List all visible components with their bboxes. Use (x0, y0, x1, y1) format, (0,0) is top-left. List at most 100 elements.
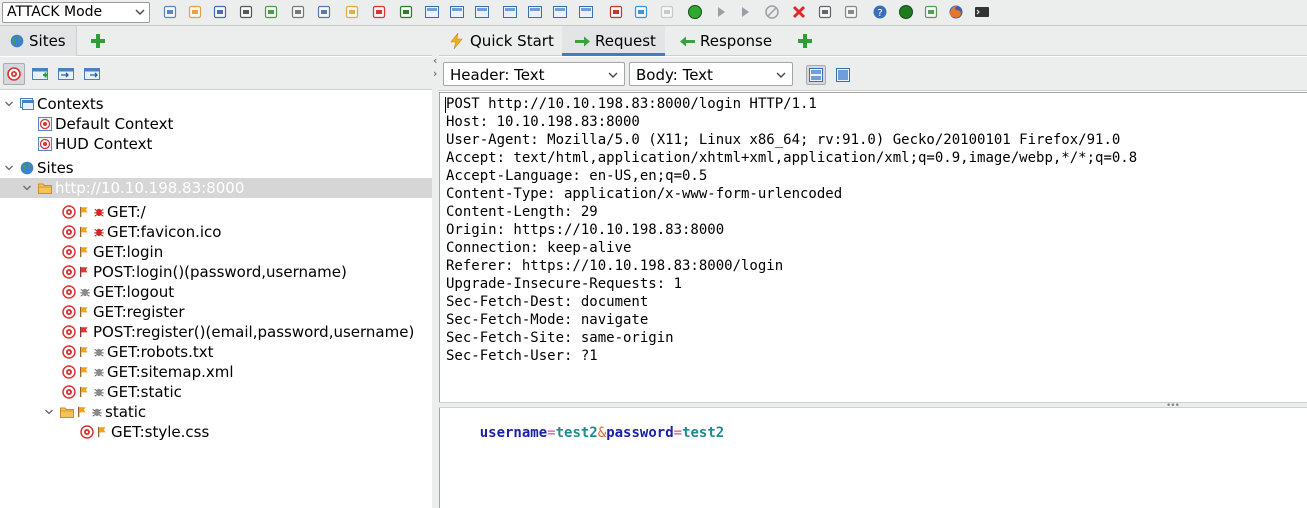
scope-toggle-button[interactable] (3, 63, 25, 85)
delete-icon[interactable] (371, 4, 387, 20)
flag-orange-icon (80, 366, 88, 378)
split-horizontal-button[interactable] (833, 65, 853, 85)
svg-text:?: ? (877, 8, 882, 19)
tab-sites-label: Sites (29, 32, 66, 50)
online-icon[interactable] (898, 4, 914, 20)
tree-node-label: GET:logout (93, 283, 175, 301)
tree-node[interactable]: HUD Context (0, 134, 432, 154)
mode-select[interactable]: ATTACK Mode (2, 2, 150, 23)
tree-node[interactable]: Default Context (0, 114, 432, 134)
continue-icon[interactable] (737, 4, 753, 20)
hud-icon[interactable] (398, 4, 414, 20)
tree-node[interactable]: POST:login()(password,username) (0, 262, 432, 282)
firefox-icon[interactable] (948, 4, 964, 20)
tab-quick-start[interactable]: Quick Start (439, 26, 562, 56)
snapshot-icon[interactable] (238, 4, 254, 20)
drop-icon[interactable] (791, 4, 807, 20)
import-context-icon[interactable] (58, 67, 75, 81)
layout-wide-icon[interactable] (527, 4, 543, 20)
tab-response[interactable]: Response (665, 26, 777, 56)
add-note-icon[interactable] (344, 4, 360, 20)
collapse-left-icon[interactable]: ‹ › (433, 54, 437, 80)
target-icon (62, 245, 76, 259)
step-icon[interactable] (713, 4, 729, 20)
bug-grey-icon (94, 388, 104, 397)
tree-node[interactable]: GET:static (0, 382, 432, 402)
tab-request[interactable]: Request (562, 26, 665, 56)
target-icon (62, 325, 76, 339)
tree-node[interactable]: POST:register()(email,password,username) (0, 322, 432, 342)
add-tab-icon[interactable] (91, 34, 105, 48)
chevron-down-icon[interactable] (22, 183, 32, 193)
tree-node[interactable]: GET:register (0, 302, 432, 322)
flag-orange-icon (80, 386, 88, 398)
options-icon[interactable] (290, 4, 306, 20)
callbacks-icon[interactable] (843, 4, 859, 20)
request-header-line: Content-Type: application/x-www-form-url… (446, 186, 843, 202)
main-toolbar: ATTACK Mode ? (0, 0, 1307, 26)
body-view-select[interactable]: Body: Text (629, 62, 793, 86)
chevron-down-icon[interactable] (4, 163, 14, 173)
notes-icon[interactable] (923, 4, 939, 20)
tree-node[interactable]: GET:style.css (0, 422, 432, 442)
tree-node[interactable]: GET:robots.txt (0, 342, 432, 362)
layout-top-icon[interactable] (474, 4, 490, 20)
add-tab-icon[interactable] (798, 34, 812, 48)
request-body-text-area[interactable]: username=test2&password=test2 (439, 408, 1307, 508)
target-icon (62, 265, 76, 279)
request-header-line: User-Agent: Mozilla/5.0 (X11; Linux x86_… (446, 132, 1121, 148)
layout-side-icon[interactable] (578, 4, 594, 20)
chevron-down-icon[interactable] (4, 99, 14, 109)
tree-node[interactable]: http://10.10.198.83:8000 (0, 178, 432, 198)
fuzzer-icon[interactable] (817, 4, 833, 20)
stop-icon[interactable] (764, 4, 780, 20)
tab-sites[interactable]: Sites (0, 26, 77, 56)
new-context-icon[interactable] (32, 67, 49, 81)
request-header-line: Sec-Fetch-Dest: document (446, 294, 649, 310)
chevron-down-icon[interactable] (44, 407, 54, 417)
tree-node[interactable]: GET:logout (0, 282, 432, 302)
terminal-icon[interactable] (974, 4, 990, 20)
context-target-icon (38, 137, 52, 151)
tree-node-label: Sites (37, 159, 74, 177)
scripts-icon[interactable] (633, 4, 649, 20)
panel-splitter[interactable]: ‹ › (432, 26, 439, 508)
tree-node-label: POST:login()(password,username) (93, 263, 347, 281)
target-icon (62, 285, 76, 299)
layout-tabs-icon[interactable] (502, 4, 518, 20)
export-context-icon[interactable] (84, 67, 101, 81)
layout-left-icon[interactable] (449, 4, 465, 20)
tree-node-label: GET:login (93, 243, 164, 261)
proxy-on-icon[interactable] (687, 4, 703, 20)
export-icon[interactable] (316, 4, 332, 20)
tree-node[interactable]: static (0, 402, 432, 422)
help-icon[interactable]: ? (872, 4, 888, 20)
bug-grey-icon (94, 348, 104, 357)
layout-full-icon[interactable] (424, 4, 440, 20)
tree-node-label: static (105, 403, 147, 421)
layout-expand-icon[interactable] (552, 4, 568, 20)
param-value: test2 (682, 425, 725, 441)
request-header-line: Sec-Fetch-User: ?1 (446, 348, 598, 364)
open-session-icon[interactable] (187, 4, 203, 20)
flag-orange-icon (80, 206, 88, 218)
lightning-icon (450, 33, 463, 49)
tree-node[interactable]: GET:sitemap.xml (0, 362, 432, 382)
request-header-text-area[interactable]: POST http://10.10.198.83:8000/login HTTP… (439, 92, 1307, 402)
tree-node[interactable]: Contexts (0, 94, 432, 114)
folder-icon (38, 183, 52, 194)
request-header-line: Sec-Fetch-Mode: navigate (446, 312, 649, 328)
param-equals: = (673, 425, 683, 441)
tree-node[interactable]: GET:favicon.ico (0, 222, 432, 242)
addons-icon[interactable] (608, 4, 624, 20)
tips-icon[interactable] (659, 4, 675, 20)
split-vertical-button[interactable] (806, 65, 826, 85)
save-session-icon[interactable] (212, 4, 228, 20)
tree-node[interactable]: GET:/ (0, 202, 432, 222)
tree-node[interactable]: Sites (0, 158, 432, 178)
header-view-select[interactable]: Header: Text (443, 62, 625, 86)
session-properties-icon[interactable] (263, 4, 279, 20)
tree-node[interactable]: GET:login (0, 242, 432, 262)
folder-icon (60, 407, 74, 418)
new-session-icon[interactable] (162, 4, 178, 20)
